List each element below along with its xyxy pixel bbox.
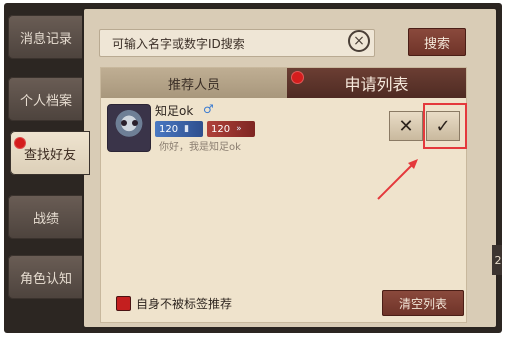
pointer-arrow-icon bbox=[377, 159, 418, 200]
badge-level: 120 bbox=[159, 123, 179, 135]
male-icon: ♂ bbox=[203, 102, 214, 116]
side-handle-icon[interactable]: 2 bbox=[492, 245, 502, 275]
reject-button[interactable]: ✕ bbox=[389, 111, 423, 141]
avatar bbox=[107, 104, 151, 152]
tab-requests[interactable]: 申请列表 bbox=[287, 68, 466, 98]
screenshot-frame: 消息记录 个人档案 查找好友 战绩 角色认知 可输入名字或数字ID搜索 × 搜索 bbox=[0, 0, 507, 338]
game-screen: 消息记录 个人档案 查找好友 战绩 角色认知 可输入名字或数字ID搜索 × 搜索 bbox=[4, 3, 502, 333]
rank-bars-icon: ▮ bbox=[184, 124, 190, 134]
avatar-eye bbox=[121, 120, 127, 126]
tab-label: 战绩 bbox=[32, 211, 59, 227]
avatar-eye bbox=[132, 120, 138, 126]
badge-level: 120 bbox=[211, 123, 231, 135]
tab-records[interactable]: 战绩 bbox=[8, 195, 84, 239]
close-icon: ✕ bbox=[398, 115, 414, 137]
tab-profile[interactable]: 个人档案 bbox=[8, 77, 84, 121]
hunter-rank-badge: 120 » bbox=[207, 121, 255, 137]
search-input[interactable]: 可输入名字或数字ID搜索 bbox=[99, 29, 375, 57]
search-placeholder: 可输入名字或数字ID搜索 bbox=[112, 37, 245, 51]
tab-recommended[interactable]: 推荐人员 bbox=[101, 68, 287, 98]
search-button[interactable]: 搜索 bbox=[408, 28, 466, 56]
tab-label: 申请列表 bbox=[344, 75, 409, 94]
tab-label: 角色认知 bbox=[19, 271, 72, 287]
tab-label: 个人档案 bbox=[19, 93, 72, 109]
no-recommend-checkbox[interactable] bbox=[116, 296, 131, 311]
clear-search-icon[interactable]: × bbox=[348, 30, 370, 52]
checkbox-label: 自身不被标签推荐 bbox=[136, 297, 233, 311]
player-nickname: 知足ok bbox=[155, 104, 194, 118]
subtab-bar: 推荐人员 申请列表 bbox=[101, 68, 466, 98]
tab-message-history[interactable]: 消息记录 bbox=[8, 15, 84, 59]
request-message: 你好，我是知足ok bbox=[159, 142, 241, 153]
notification-dot bbox=[291, 71, 304, 84]
clear-list-button[interactable]: 清空列表 bbox=[382, 290, 464, 316]
wing-icon: » bbox=[236, 124, 242, 134]
tab-character-knowledge[interactable]: 角色认知 bbox=[8, 255, 84, 299]
notification-dot bbox=[14, 137, 26, 149]
tab-find-friends[interactable]: 查找好友 bbox=[10, 131, 90, 175]
tab-label: 推荐人员 bbox=[167, 77, 220, 93]
highlight-box bbox=[423, 103, 467, 149]
tab-label: 消息记录 bbox=[19, 31, 72, 47]
survivor-rank-badge: 120 ▮ bbox=[155, 121, 203, 137]
tab-label: 查找好友 bbox=[23, 147, 76, 163]
friends-panel: 可输入名字或数字ID搜索 × 搜索 推荐人员 申请列表 知足ok ♂ 120 ▮… bbox=[84, 9, 496, 327]
